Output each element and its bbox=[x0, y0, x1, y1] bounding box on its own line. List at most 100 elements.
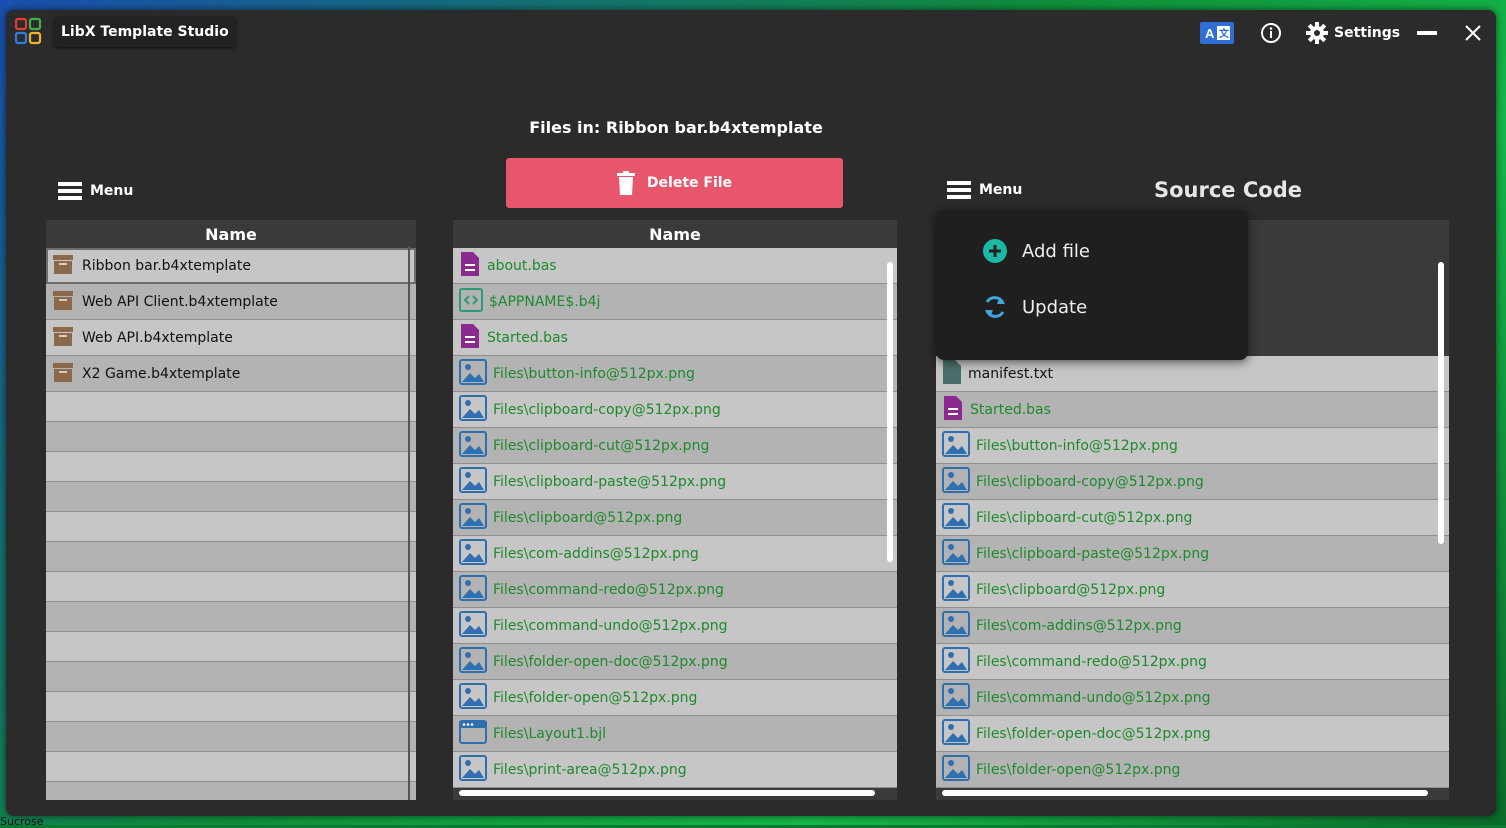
file-row[interactable]: Files\clipboard-cut@512px.png bbox=[936, 500, 1449, 536]
empty-row bbox=[46, 392, 416, 422]
empty-row bbox=[46, 632, 416, 662]
menu-dropdown: Add file Update bbox=[936, 210, 1248, 360]
image-file-icon bbox=[459, 394, 487, 425]
empty-row bbox=[46, 662, 416, 692]
source-horizontal-scrollbar[interactable] bbox=[942, 790, 1428, 796]
files-title: Files in: Ribbon bar.b4xtemplate bbox=[529, 118, 823, 137]
left-menu-button[interactable]: Menu bbox=[58, 182, 133, 200]
image-file-icon bbox=[459, 646, 487, 677]
file-row[interactable]: Files\print-area@512px.png bbox=[453, 752, 897, 788]
file-name: Files\clipboard-cut@512px.png bbox=[976, 509, 1193, 526]
template-row[interactable]: X2 Game.b4xtemplate bbox=[46, 356, 416, 392]
template-name: X2 Game.b4xtemplate bbox=[82, 365, 241, 382]
file-name: Files\Layout1.bjl bbox=[493, 725, 607, 742]
image-file-icon bbox=[459, 502, 487, 533]
file-row[interactable]: Files\folder-open-doc@512px.png bbox=[453, 644, 897, 680]
file-row[interactable]: Started.bas bbox=[453, 320, 897, 356]
hamburger-icon bbox=[58, 182, 82, 200]
info-button[interactable] bbox=[1260, 20, 1282, 46]
settings-button[interactable]: Settings bbox=[1306, 20, 1400, 46]
image-file-icon bbox=[942, 682, 970, 713]
file-row[interactable]: Files\command-redo@512px.png bbox=[936, 644, 1449, 680]
image-file-icon bbox=[942, 502, 970, 533]
file-name: Files\clipboard@512px.png bbox=[976, 581, 1166, 598]
desktop-icon-label: Sucrose bbox=[0, 815, 44, 828]
column-divider bbox=[408, 246, 410, 800]
file-name: Files\clipboard-paste@512px.png bbox=[976, 545, 1210, 562]
file-row[interactable]: Files\clipboard@512px.png bbox=[936, 572, 1449, 608]
delete-file-button[interactable]: Delete File bbox=[506, 158, 843, 208]
settings-label: Settings bbox=[1334, 25, 1401, 41]
files-list: about.bas $APPNAME$.b4j Started.bas Files\b… bbox=[453, 248, 897, 788]
close-button[interactable] bbox=[1462, 20, 1484, 46]
file-row[interactable]: Files\button-info@512px.png bbox=[453, 356, 897, 392]
file-row[interactable]: Files\command-redo@512px.png bbox=[453, 572, 897, 608]
file-row[interactable]: Files\Layout1.bjl bbox=[453, 716, 897, 752]
empty-row bbox=[46, 512, 416, 542]
empty-row bbox=[46, 452, 416, 482]
file-row[interactable]: Files\clipboard-copy@512px.png bbox=[936, 464, 1449, 500]
file-row[interactable]: Files\clipboard-copy@512px.png bbox=[453, 392, 897, 428]
templates-column-header: Name bbox=[205, 225, 257, 244]
delete-file-label: Delete File bbox=[646, 175, 733, 191]
file-name: Started.bas bbox=[487, 329, 568, 346]
right-menu-button[interactable]: Menu bbox=[947, 181, 1022, 199]
close-icon bbox=[1465, 25, 1481, 41]
files-horizontal-scrollbar[interactable] bbox=[459, 790, 875, 796]
file-name: Files\command-redo@512px.png bbox=[976, 653, 1207, 670]
file-row[interactable]: Files\folder-open-doc@512px.png bbox=[936, 716, 1449, 752]
file-name: Files\clipboard-copy@512px.png bbox=[976, 473, 1204, 490]
file-name: Started.bas bbox=[970, 401, 1051, 418]
templates-panel: Name Ribbon bar.b4xtemplate Web API Clien… bbox=[46, 220, 416, 800]
file-row[interactable]: Files\folder-open@512px.png bbox=[936, 752, 1449, 788]
empty-row bbox=[46, 422, 416, 452]
file-row[interactable]: Files\clipboard@512px.png bbox=[453, 500, 897, 536]
image-file-icon bbox=[459, 754, 487, 785]
empty-row bbox=[46, 692, 416, 722]
source-vertical-scrollbar[interactable] bbox=[1438, 262, 1444, 544]
image-file-icon bbox=[942, 574, 970, 605]
txt-file-icon bbox=[942, 359, 962, 389]
menu-item-update[interactable]: Update bbox=[982, 294, 1087, 320]
right-menu-label: Menu bbox=[979, 182, 1023, 198]
file-name: Files\folder-open-doc@512px.png bbox=[976, 725, 1211, 742]
file-row[interactable]: Files\folder-open@512px.png bbox=[453, 680, 897, 716]
file-row[interactable]: Files\com-addins@512px.png bbox=[936, 608, 1449, 644]
file-row[interactable]: about.bas bbox=[453, 248, 897, 284]
template-name: Ribbon bar.b4xtemplate bbox=[82, 257, 251, 274]
file-row[interactable]: manifest.txt bbox=[936, 356, 1449, 392]
image-file-icon bbox=[459, 610, 487, 641]
image-file-icon bbox=[942, 646, 970, 677]
empty-row bbox=[46, 752, 416, 782]
file-row[interactable]: Files\clipboard-cut@512px.png bbox=[453, 428, 897, 464]
file-name: Files\clipboard-copy@512px.png bbox=[493, 401, 721, 418]
file-row[interactable]: Files\button-info@512px.png bbox=[936, 428, 1449, 464]
image-file-icon bbox=[459, 358, 487, 389]
template-row[interactable]: Web API.b4xtemplate bbox=[46, 320, 416, 356]
file-row[interactable]: Files\command-undo@512px.png bbox=[936, 680, 1449, 716]
layout-file-icon bbox=[459, 719, 487, 748]
file-name: Files\command-undo@512px.png bbox=[976, 689, 1211, 706]
file-name: Files\folder-open@512px.png bbox=[976, 761, 1181, 778]
files-vertical-scrollbar[interactable] bbox=[887, 262, 893, 562]
empty-row bbox=[46, 542, 416, 572]
template-row[interactable]: Web API Client.b4xtemplate bbox=[46, 284, 416, 320]
file-row[interactable]: Started.bas bbox=[936, 392, 1449, 428]
file-row[interactable]: Files\command-undo@512px.png bbox=[453, 608, 897, 644]
file-row[interactable]: Files\clipboard-paste@512px.png bbox=[936, 536, 1449, 572]
file-row[interactable]: Files\clipboard-paste@512px.png bbox=[453, 464, 897, 500]
info-icon bbox=[1261, 23, 1281, 43]
hamburger-icon bbox=[947, 181, 971, 199]
template-row[interactable]: Ribbon bar.b4xtemplate bbox=[46, 248, 416, 284]
menu-item-add-file[interactable]: Add file bbox=[982, 238, 1090, 264]
files-panel: Name about.bas $APPNAME$.b4j Started.bas Fi… bbox=[453, 220, 897, 800]
app-logo-icon bbox=[14, 17, 42, 45]
language-button[interactable]: A 文 bbox=[1200, 22, 1234, 44]
file-name: manifest.txt bbox=[968, 365, 1054, 382]
code-file-icon bbox=[459, 287, 483, 316]
file-row[interactable]: $APPNAME$.b4j bbox=[453, 284, 897, 320]
file-row[interactable]: Files\com-addins@512px.png bbox=[453, 536, 897, 572]
minimize-button[interactable] bbox=[1416, 20, 1438, 46]
svg-text:文: 文 bbox=[1219, 27, 1230, 40]
titlebar: LibX Template Studio A 文 Settings bbox=[6, 10, 1496, 56]
